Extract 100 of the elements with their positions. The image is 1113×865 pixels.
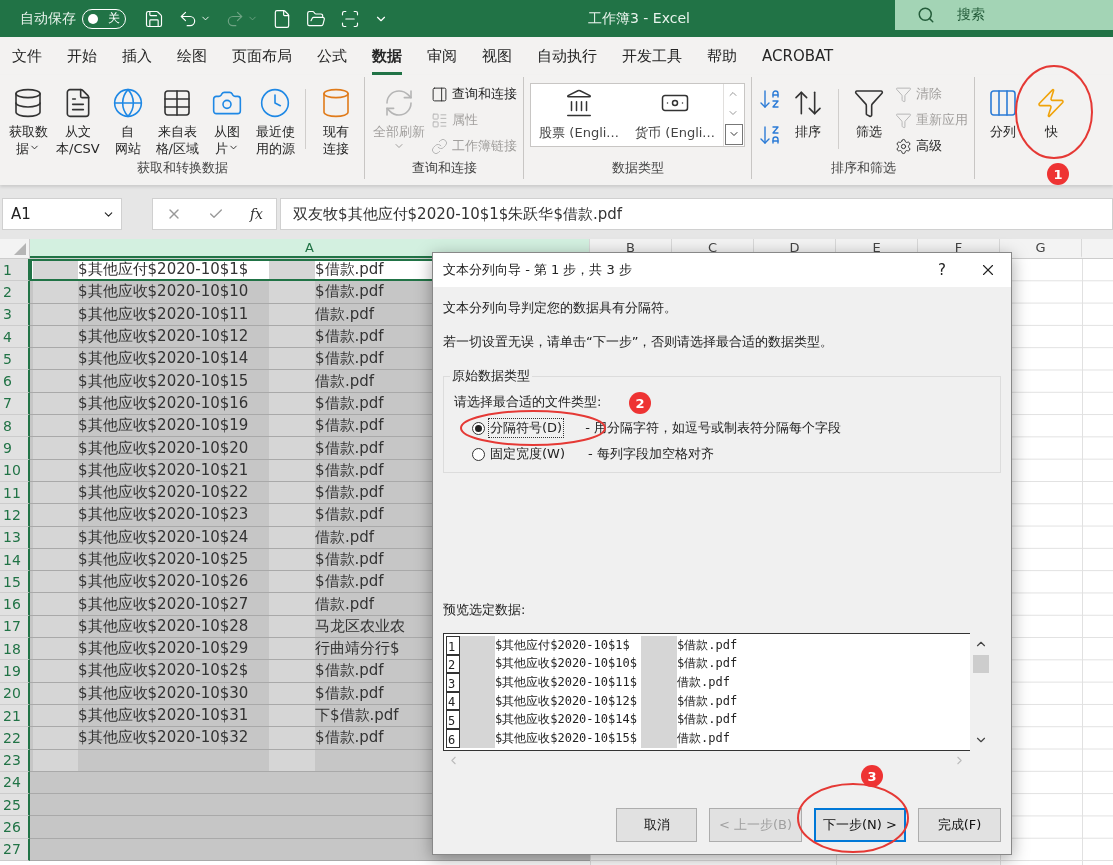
preview-row-number: 3 (446, 673, 460, 692)
preview-text: 借款.pdf (677, 674, 730, 691)
cell-text: $其他应收$2020-10$15 (78, 371, 250, 391)
column-header[interactable]: A (30, 239, 590, 258)
row-header[interactable]: 22 (0, 727, 30, 750)
ribbon-tab[interactable]: 页面布局 (232, 37, 292, 75)
row-header[interactable]: 14 (0, 548, 30, 572)
insert-function-button[interactable]: fx (249, 206, 263, 222)
ribbon-tab[interactable]: 开始 (67, 37, 97, 75)
help-button[interactable]: ? (919, 261, 965, 279)
ribbon-tab[interactable]: 审阅 (427, 37, 457, 75)
search-icon (917, 6, 935, 24)
row-header[interactable]: 1 (0, 259, 30, 282)
redaction-bar (33, 727, 78, 749)
row-header[interactable]: 8 (0, 415, 30, 438)
gear-icon (895, 137, 912, 155)
row-header[interactable]: 20 (0, 682, 30, 705)
cell-text: $借款.pdf (315, 728, 384, 748)
redaction-bar (641, 636, 677, 655)
redaction-bar (33, 638, 78, 660)
row-header[interactable]: 5 (0, 348, 30, 371)
row-header[interactable]: 4 (0, 325, 30, 349)
scrollbar-thumb[interactable] (973, 655, 989, 673)
sort-descending-icon[interactable] (758, 123, 782, 147)
ribbon-button[interactable]: 获取数 据 (6, 81, 50, 159)
toolbar-button[interactable] (340, 8, 360, 29)
database-icon (12, 87, 44, 119)
dialog-title: 文本分列向导 - 第 1 步，共 3 步 (443, 261, 634, 279)
toolbar-button[interactable] (272, 8, 292, 29)
ribbon-tab[interactable]: 公式 (317, 37, 347, 75)
toolbar-button[interactable] (306, 8, 326, 29)
row-header[interactable]: 26 (0, 816, 30, 839)
redaction-bar (269, 682, 315, 704)
preview-text: $其他应收$2020-10$14$ (495, 711, 638, 729)
dialog-button[interactable]: 完成(F) (918, 808, 1001, 842)
ribbon-button[interactable]: 筛选 (847, 81, 891, 142)
preview-row-number: 5 (446, 710, 460, 729)
preview-text: $借款.pdf (677, 692, 738, 710)
ribbon-button[interactable]: 自 网站 (105, 81, 150, 159)
gallery-item[interactable]: 货币 (Engli... (627, 84, 723, 146)
row-header[interactable]: 21 (0, 704, 30, 728)
ribbon-tab[interactable]: ACROBAT (762, 37, 834, 75)
dialog-button[interactable]: 取消 (616, 808, 697, 842)
ribbon-button[interactable]: 分列 (981, 81, 1025, 142)
redaction-bar (33, 415, 78, 437)
redaction-bar (33, 571, 78, 593)
preview-row-number: 6 (446, 728, 460, 748)
ribbon-button[interactable]: 现有 连接 (314, 81, 358, 159)
formula-field[interactable]: 双友牧$其他应付$2020-10$1$朱跃华$借款.pdf (280, 198, 1113, 230)
row-header[interactable]: 24 (0, 771, 30, 795)
row-header[interactable]: 9 (0, 437, 30, 460)
cell-text: 借款.pdf (315, 527, 375, 547)
cell-text: 借款.pdf (315, 304, 375, 324)
redaction-bar (269, 548, 315, 571)
ribbon-button[interactable]: 从文 本/CSV (54, 81, 102, 159)
cell-text: $借款.pdf (315, 661, 384, 681)
row-header[interactable]: 15 (0, 571, 30, 594)
cell-text: $其他应收$2020-10$12 (78, 327, 250, 347)
new-file-icon (272, 8, 292, 29)
row-header[interactable]: 12 (0, 504, 30, 527)
ribbon-tab[interactable]: 视图 (482, 37, 512, 75)
row-header[interactable]: 6 (0, 370, 30, 393)
toolbar-button[interactable] (144, 8, 164, 29)
row-header[interactable]: 10 (0, 459, 30, 482)
row-header[interactable]: 25 (0, 794, 30, 817)
radio-option[interactable]: 分隔符号(D) (472, 419, 564, 437)
row-header[interactable]: 27 (0, 838, 30, 861)
row-header[interactable]: 18 (0, 638, 30, 661)
save-icon (144, 8, 164, 29)
expand-button[interactable] (725, 123, 743, 145)
ribbon-tab[interactable]: 绘图 (177, 37, 207, 75)
redaction-bar (33, 325, 78, 348)
ribbon-button[interactable]: 查询和连接 (431, 83, 517, 105)
row-header[interactable]: 2 (0, 281, 30, 304)
ribbon-tab[interactable]: 文件 (12, 37, 42, 75)
name-box[interactable]: A1 (2, 198, 122, 230)
ribbon-button[interactable]: 排序 (786, 81, 830, 142)
row-header[interactable]: 16 (0, 593, 30, 616)
row-header[interactable]: 17 (0, 615, 30, 639)
ribbon-tab[interactable]: 插入 (122, 37, 152, 75)
redaction-bar (33, 526, 78, 548)
row-header[interactable]: 23 (0, 749, 30, 772)
row-header[interactable]: 3 (0, 303, 30, 326)
dialog-button[interactable]: 下一步(N) > (814, 808, 906, 842)
ribbon-tab[interactable]: 帮助 (707, 37, 737, 75)
search-field[interactable]: 搜索 (895, 0, 1113, 30)
ribbon-tab[interactable]: 自动执行 (537, 37, 597, 75)
sort-ascending-icon[interactable] (758, 87, 782, 111)
cell-text: 马龙区农业农 (315, 616, 405, 636)
ribbon-button[interactable]: 从图 片 (205, 81, 249, 159)
ribbon-button[interactable]: 最近使 用的源 (253, 81, 297, 159)
row-header[interactable]: 7 (0, 392, 30, 416)
ribbon-button[interactable]: 高级 (895, 135, 968, 157)
gallery-item[interactable]: 股票 (Engli... (531, 84, 627, 146)
row-header[interactable]: 11 (0, 481, 30, 505)
row-header[interactable]: 13 (0, 526, 30, 549)
ribbon-button[interactable]: 来自表 格/区域 (153, 81, 201, 159)
radio-option[interactable]: 固定宽度(W) (472, 445, 566, 463)
row-header[interactable]: 19 (0, 660, 30, 683)
ribbon-tab[interactable]: 开发工具 (622, 37, 682, 75)
